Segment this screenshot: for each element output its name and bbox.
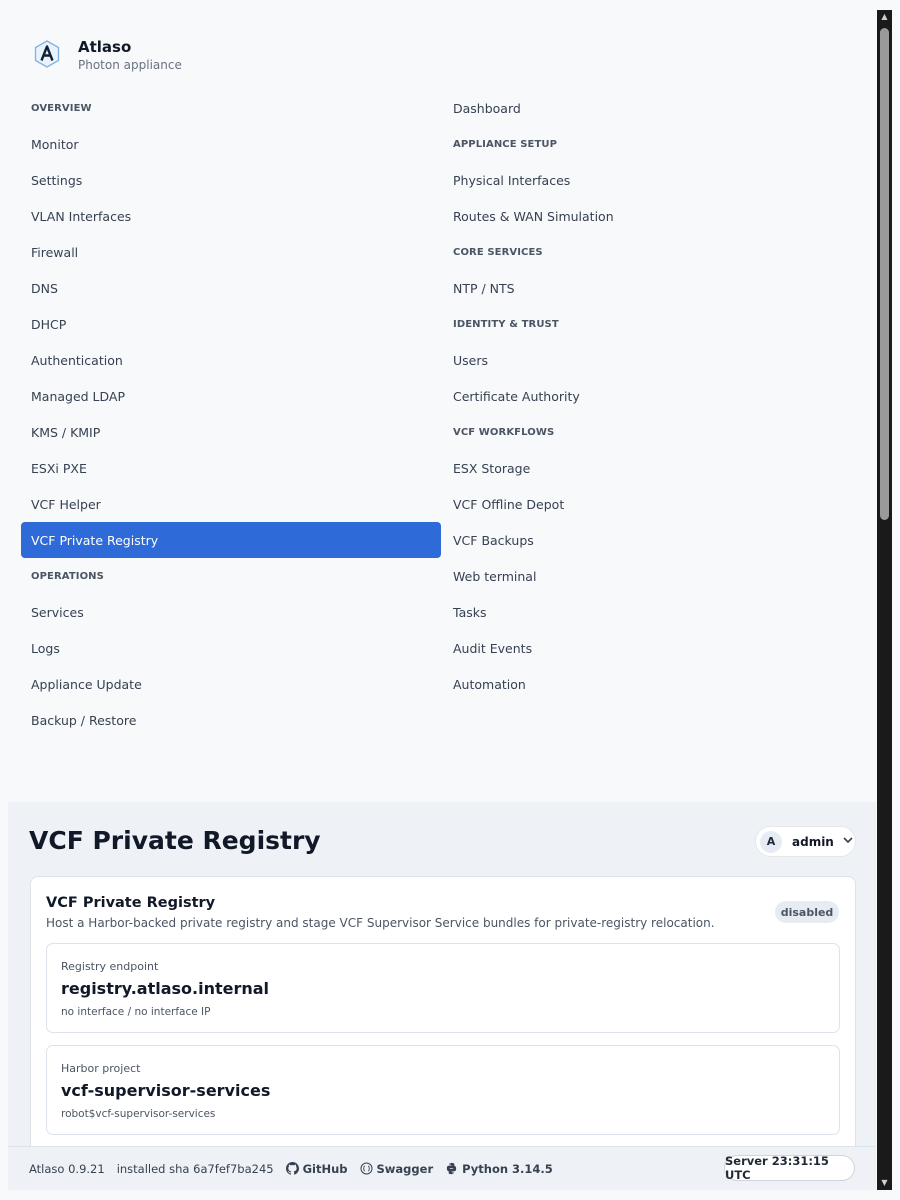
page-title: VCF Private Registry bbox=[29, 826, 321, 855]
sidebar-item-services[interactable]: Services bbox=[21, 594, 441, 630]
main-content: VCF Private Registry A admin VCF Private… bbox=[8, 802, 876, 1190]
nav-section-overview: OVERVIEW bbox=[31, 102, 92, 114]
python-version-label: Python 3.14.5 bbox=[462, 1161, 553, 1176]
sidebar-item-physical-interfaces[interactable]: Physical Interfaces bbox=[443, 162, 863, 198]
swagger-link[interactable]: Swagger bbox=[360, 1161, 434, 1176]
app-version: Atlaso 0.9.21 bbox=[29, 1161, 105, 1176]
atlaso-logo-icon bbox=[34, 40, 60, 68]
sidebar-item-dhcp[interactable]: DHCP bbox=[21, 306, 441, 342]
sidebar-item-vcf-backups[interactable]: VCF Backups bbox=[443, 522, 863, 558]
sidebar-item-appliance-update[interactable]: Appliance Update bbox=[21, 666, 441, 702]
github-link-label: GitHub bbox=[302, 1161, 348, 1176]
nav-section-vcf-workflows: VCF WORKFLOWS bbox=[453, 426, 555, 438]
sidebar-item-ntp-nts[interactable]: NTP / NTS bbox=[443, 270, 863, 306]
brand-subtitle: Photon appliance bbox=[78, 58, 182, 72]
nav-section-appliance-setup: APPLIANCE SETUP bbox=[453, 138, 558, 150]
installed-sha: installed sha 6a7fef7ba245 bbox=[116, 1161, 274, 1176]
registry-endpoint-value: registry.atlaso.internal bbox=[61, 979, 270, 998]
brand-name: Atlaso bbox=[78, 38, 132, 56]
avatar: A bbox=[760, 830, 782, 853]
vertical-scrollbar[interactable]: ▲ ▼ bbox=[877, 10, 892, 1190]
harbor-project-note: robot$vcf-supervisor-services bbox=[61, 1108, 216, 1120]
sidebar-item-settings[interactable]: Settings bbox=[21, 162, 441, 198]
sidebar-item-esxi-pxe[interactable]: ESXi PXE bbox=[21, 450, 441, 486]
sidebar-item-dns[interactable]: DNS bbox=[21, 270, 441, 306]
user-menu-button[interactable]: A admin bbox=[755, 826, 856, 857]
registry-endpoint-panel: Registry endpoint registry.atlaso.intern… bbox=[46, 943, 840, 1033]
scroll-down-icon[interactable]: ▼ bbox=[877, 1176, 892, 1190]
swagger-link-label: Swagger bbox=[376, 1161, 434, 1176]
swagger-icon bbox=[360, 1162, 373, 1175]
chevron-down-icon bbox=[843, 836, 853, 847]
nav-section-operations: OPERATIONS bbox=[31, 570, 104, 582]
sidebar-item-logs[interactable]: Logs bbox=[21, 630, 441, 666]
brand-text: Atlaso Photon appliance bbox=[78, 38, 182, 73]
app-viewport: Atlaso Photon appliance OVERVIEW Monitor S… bbox=[8, 8, 876, 1190]
sidebar-item-backup-restore[interactable]: Backup / Restore bbox=[21, 702, 441, 738]
python-icon bbox=[446, 1162, 457, 1175]
python-version: Python 3.14.5 bbox=[445, 1162, 553, 1176]
scroll-up-icon[interactable]: ▲ bbox=[877, 10, 892, 24]
sidebar-item-kms-kmip[interactable]: KMS / KMIP bbox=[21, 414, 441, 450]
sidebar-item-dashboard[interactable]: Dashboard bbox=[443, 90, 863, 126]
sidebar-item-firewall[interactable]: Firewall bbox=[21, 234, 441, 270]
sidebar-nav-left: OVERVIEW Monitor Settings VLAN Interfaces Fi… bbox=[21, 90, 441, 738]
footer: Atlaso 0.9.21 installed sha 6a7fef7ba245… bbox=[8, 1146, 876, 1190]
card-description: Host a Harbor-backed private registry an… bbox=[46, 916, 715, 930]
sidebar-item-managed-ldap[interactable]: Managed LDAP bbox=[21, 378, 441, 414]
sidebar-item-vlan-interfaces[interactable]: VLAN Interfaces bbox=[21, 198, 441, 234]
sidebar-item-vcf-helper[interactable]: VCF Helper bbox=[21, 486, 441, 522]
sidebar-item-automation[interactable]: Automation bbox=[443, 666, 863, 702]
scrollbar-thumb[interactable] bbox=[880, 28, 889, 520]
harbor-project-panel: Harbor project vcf-supervisor-services r… bbox=[46, 1045, 840, 1135]
harbor-project-label: Harbor project bbox=[61, 1062, 141, 1075]
sidebar-item-web-terminal[interactable]: Web terminal bbox=[443, 558, 863, 594]
sidebar-item-users[interactable]: Users bbox=[443, 342, 863, 378]
card-title: VCF Private Registry bbox=[46, 895, 216, 911]
sidebar-item-vcf-offline-depot[interactable]: VCF Offline Depot bbox=[443, 486, 863, 522]
server-time-badge: Server 23:31:15 UTC bbox=[724, 1154, 855, 1182]
github-icon bbox=[285, 1162, 299, 1175]
registry-endpoint-label: Registry endpoint bbox=[61, 960, 159, 973]
status-badge: disabled bbox=[775, 901, 839, 923]
harbor-project-value: vcf-supervisor-services bbox=[61, 1081, 271, 1100]
nav-section-core-services: CORE SERVICES bbox=[453, 246, 543, 258]
nav-section-identity-and-trust: IDENTITY & TRUST bbox=[453, 318, 559, 330]
sidebar-item-audit-events[interactable]: Audit Events bbox=[443, 630, 863, 666]
sidebar-item-authentication[interactable]: Authentication bbox=[21, 342, 441, 378]
brand[interactable]: Atlaso Photon appliance bbox=[33, 38, 182, 73]
user-name: admin bbox=[792, 834, 834, 849]
sidebar-item-vcf-private-registry[interactable]: VCF Private Registry bbox=[21, 522, 441, 558]
registry-endpoint-note: no interface / no interface IP bbox=[61, 1006, 211, 1018]
sidebar-nav-right: Dashboard APPLIANCE SETUP Physical Interfa… bbox=[443, 90, 863, 702]
sidebar-item-tasks[interactable]: Tasks bbox=[443, 594, 863, 630]
sidebar-item-routes-and-wan-simulation[interactable]: Routes & WAN Simulation bbox=[443, 198, 863, 234]
sidebar-item-esx-storage[interactable]: ESX Storage bbox=[443, 450, 863, 486]
github-link[interactable]: GitHub bbox=[285, 1161, 348, 1176]
sidebar-item-certificate-authority[interactable]: Certificate Authority bbox=[443, 378, 863, 414]
registry-card: VCF Private Registry Host a Harbor-backe… bbox=[30, 876, 856, 1190]
sidebar-item-monitor[interactable]: Monitor bbox=[21, 126, 441, 162]
